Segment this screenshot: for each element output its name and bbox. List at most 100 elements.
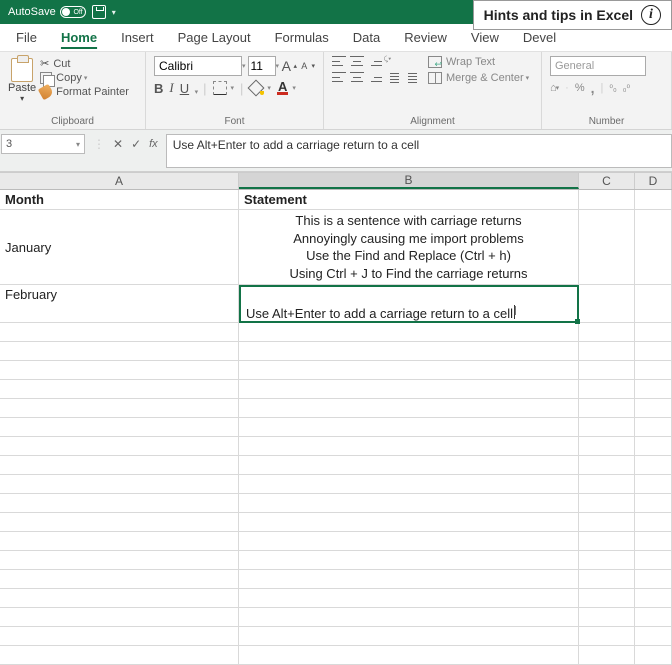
cell[interactable] (579, 361, 635, 380)
cell[interactable] (579, 646, 635, 665)
cell[interactable] (239, 627, 579, 646)
fill-color-icon[interactable] (249, 81, 263, 95)
cell[interactable] (0, 342, 239, 361)
align-center-icon[interactable] (350, 72, 364, 82)
cell[interactable] (239, 437, 579, 456)
fx-icon[interactable]: fx (149, 138, 158, 150)
cut-button[interactable]: ✂Cut (40, 57, 129, 70)
currency-icon[interactable]: ⌂▾ (550, 82, 559, 94)
cell[interactable] (239, 532, 579, 551)
cell[interactable] (239, 589, 579, 608)
cell[interactable] (579, 342, 635, 361)
cell[interactable] (0, 475, 239, 494)
chevron-down-icon[interactable]: ▾ (242, 62, 246, 70)
cell[interactable] (635, 437, 672, 456)
cell[interactable] (0, 494, 239, 513)
col-header-a[interactable]: A (0, 173, 239, 189)
cell[interactable] (635, 285, 672, 323)
tab-file[interactable]: File (4, 24, 49, 51)
cell[interactable] (635, 361, 672, 380)
col-header-b[interactable]: B (239, 173, 579, 189)
cell[interactable] (635, 608, 672, 627)
cell[interactable] (635, 551, 672, 570)
orientation-icon[interactable]: ⤹▾ (384, 56, 391, 66)
cell[interactable] (0, 418, 239, 437)
increase-indent-icon[interactable] (404, 72, 418, 84)
tab-review[interactable]: Review (392, 24, 459, 51)
cell[interactable] (579, 380, 635, 399)
cell[interactable] (579, 210, 635, 285)
cell[interactable] (579, 551, 635, 570)
paste-button[interactable]: Paste ▾ (8, 56, 36, 103)
cell[interactable] (0, 513, 239, 532)
cell[interactable] (0, 361, 239, 380)
decrease-font-icon[interactable]: A (299, 57, 309, 75)
align-right-icon[interactable] (368, 72, 382, 82)
cell[interactable] (239, 418, 579, 437)
fill-handle[interactable] (575, 319, 580, 324)
cell[interactable] (579, 190, 635, 210)
chevron-down-icon[interactable]: ▾ (276, 62, 280, 70)
cell[interactable]: February (0, 285, 239, 323)
increase-font-icon[interactable]: A (281, 57, 291, 75)
borders-icon[interactable] (213, 81, 227, 95)
cell[interactable] (579, 570, 635, 589)
autosave-toggle[interactable]: AutoSave Off (8, 6, 86, 18)
cell[interactable] (239, 380, 579, 399)
active-cell-editor[interactable]: Use Alt+Enter to add a carriage return t… (239, 285, 579, 323)
cell[interactable] (239, 494, 579, 513)
cell[interactable] (0, 608, 239, 627)
cell[interactable] (635, 323, 672, 342)
cell[interactable] (635, 190, 672, 210)
cell[interactable] (635, 646, 672, 665)
col-header-c[interactable]: C (579, 173, 635, 189)
cell[interactable] (0, 437, 239, 456)
cell[interactable] (635, 456, 672, 475)
tab-home[interactable]: Home (49, 24, 109, 51)
cell[interactable] (579, 589, 635, 608)
cell[interactable] (635, 399, 672, 418)
cell[interactable] (579, 285, 635, 323)
cell[interactable]: Month (0, 190, 239, 210)
tab-formulas[interactable]: Formulas (263, 24, 341, 51)
number-format-select[interactable] (550, 56, 646, 76)
cell[interactable] (239, 342, 579, 361)
cell[interactable]: Statement (239, 190, 579, 210)
cell[interactable] (0, 456, 239, 475)
align-top-icon[interactable] (332, 56, 346, 66)
cell[interactable] (239, 399, 579, 418)
chevron-down-icon[interactable]: ▾ (231, 84, 235, 92)
cell[interactable] (0, 323, 239, 342)
merge-center-button[interactable]: Merge & Center ▾ (428, 72, 529, 84)
cell[interactable] (239, 570, 579, 589)
confirm-edit-icon[interactable]: ✓ (131, 137, 141, 151)
cell[interactable] (0, 551, 239, 570)
wrap-text-button[interactable]: Wrap Text (428, 56, 529, 68)
comma-button[interactable]: , (591, 80, 595, 96)
increase-decimal-icon[interactable]: ⁰₀ (609, 83, 616, 94)
cell[interactable] (239, 456, 579, 475)
cell[interactable] (579, 418, 635, 437)
bold-button[interactable]: B (154, 81, 163, 96)
font-name-select[interactable] (154, 56, 242, 76)
cell[interactable] (579, 494, 635, 513)
cell[interactable]: This is a sentence with carriage returns… (239, 210, 579, 285)
chevron-down-icon[interactable]: ▾ (292, 84, 296, 92)
cell[interactable] (239, 551, 579, 570)
cell[interactable] (635, 627, 672, 646)
cell[interactable] (0, 380, 239, 399)
cell[interactable] (579, 399, 635, 418)
cell[interactable] (579, 456, 635, 475)
font-size-select[interactable] (248, 56, 276, 76)
decrease-decimal-icon[interactable]: ₀⁰ (623, 83, 630, 94)
copy-button[interactable]: Copy▾ (40, 72, 129, 84)
tab-insert[interactable]: Insert (109, 24, 166, 51)
cell[interactable] (635, 589, 672, 608)
cell[interactable] (239, 608, 579, 627)
cell[interactable] (239, 475, 579, 494)
cell[interactable] (635, 513, 672, 532)
cell[interactable] (239, 323, 579, 342)
cell[interactable] (579, 608, 635, 627)
cell[interactable] (635, 475, 672, 494)
tab-page-layout[interactable]: Page Layout (166, 24, 263, 51)
